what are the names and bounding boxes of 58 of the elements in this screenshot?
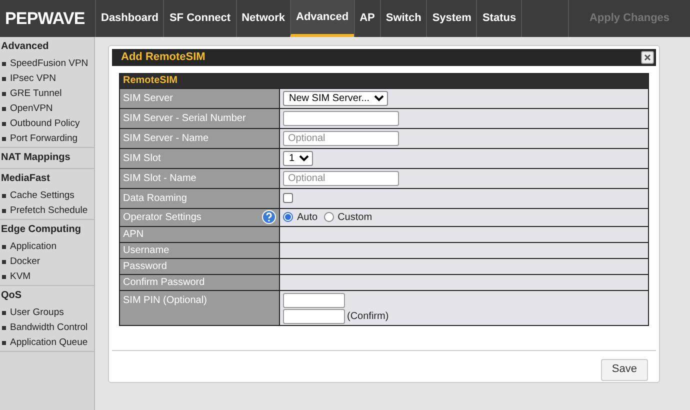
field-label: SIM Server - Serial Number — [123, 112, 246, 126]
field-label: SIM Slot - Name — [123, 172, 196, 186]
sidebar-item[interactable]: Application Queue — [0, 335, 94, 350]
field-label: SIM PIN (Optional) — [123, 294, 207, 308]
close-icon — [644, 54, 651, 61]
field-label: SIM Server — [123, 92, 174, 106]
sidebar-item[interactable]: Application — [0, 239, 94, 254]
sidebar-item[interactable]: Cache Settings — [0, 188, 94, 203]
field-label: Confirm Password — [123, 276, 205, 290]
sidebar-item[interactable]: IPsec VPN — [0, 71, 94, 86]
sidebar-item[interactable]: SpeedFusion VPN — [0, 56, 94, 71]
sidebar-item[interactable]: OpenVPN — [0, 101, 94, 116]
sidebar-item[interactable]: KVM — [0, 269, 94, 284]
save-button[interactable]: Save — [600, 358, 648, 380]
field-label: SIM Server - Name — [123, 132, 209, 146]
field-label: APN — [123, 228, 144, 242]
nav-tab[interactable]: Advanced — [290, 0, 354, 37]
confirm-label: (Confirm) — [347, 310, 389, 324]
dialog-title: Add RemoteSIM — [121, 50, 206, 65]
sidebar-heading[interactable]: QoS — [0, 286, 94, 305]
checkbox[interactable] — [283, 193, 293, 203]
sidebar-item[interactable]: Bandwidth Control — [0, 320, 94, 335]
sidebar-heading[interactable]: MediaFast — [0, 169, 94, 188]
help-icon[interactable] — [262, 210, 276, 224]
logo: PEPWAVE — [5, 8, 85, 30]
sidebar-item[interactable]: Docker — [0, 254, 94, 269]
section-title: RemoteSIM — [123, 74, 178, 88]
radio-button[interactable] — [283, 212, 293, 222]
sidebar-heading[interactable]: Edge Computing — [0, 220, 94, 239]
sidebar-heading[interactable]: Advanced — [0, 37, 94, 56]
radio-button[interactable] — [324, 212, 334, 222]
input-field[interactable] — [283, 110, 399, 126]
nav-tab[interactable]: Switch — [380, 0, 426, 37]
sidebar-item[interactable]: Outbound Policy — [0, 116, 94, 131]
sidebar-heading[interactable]: NAT Mappings — [0, 148, 94, 167]
input-field[interactable]: Optional — [283, 170, 399, 186]
nav-tab[interactable]: SF Connect — [163, 0, 236, 37]
sidebar-item[interactable]: Prefetch Schedule — [0, 203, 94, 218]
nav-tab[interactable]: AP — [354, 0, 380, 37]
nav-tab[interactable]: Status — [476, 0, 522, 37]
field-label: Password — [123, 260, 167, 274]
sidebar-item[interactable]: Port Forwarding — [0, 131, 94, 146]
nav-tab[interactable]: Dashboard — [95, 0, 164, 37]
dropdown[interactable]: New SIM Server... — [283, 90, 388, 106]
close-button[interactable] — [641, 50, 654, 64]
field-label: Operator Settings — [123, 210, 202, 224]
input-field[interactable] — [283, 308, 345, 324]
nav-tab[interactable]: System — [426, 0, 476, 37]
input-field[interactable] — [283, 292, 345, 308]
field-label: SIM Slot — [123, 152, 161, 166]
dropdown[interactable]: 1 — [283, 150, 313, 166]
sidebar-item[interactable]: GRE Tunnel — [0, 86, 94, 101]
radio-label: Custom — [338, 210, 372, 224]
input-field[interactable]: Optional — [283, 130, 399, 146]
field-label: Username — [123, 244, 170, 258]
radio-label: Auto — [297, 210, 318, 224]
sidebar-item[interactable]: User Groups — [0, 305, 94, 320]
field-label: Data Roaming — [123, 192, 187, 206]
